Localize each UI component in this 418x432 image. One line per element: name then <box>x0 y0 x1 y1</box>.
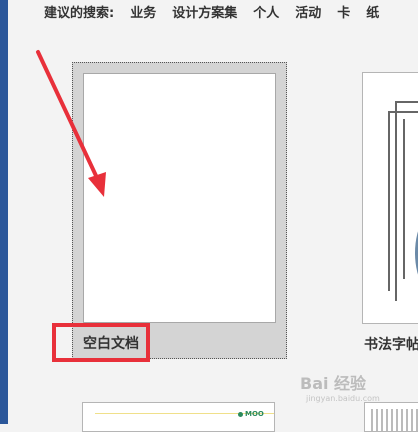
template-stripes <box>371 409 418 431</box>
watermark-url: jingyan.baidu.com <box>306 394 380 403</box>
template-blank-document[interactable]: 空白文档 <box>72 62 287 359</box>
calligraphy-frame-line <box>388 111 390 291</box>
suggested-searches-bar: 建议的搜索: 业务 设计方案集 个人 活动 卡 纸 <box>44 4 395 24</box>
suggestion-link-card[interactable]: 卡 <box>337 4 350 24</box>
watermark-brand: Bai 经验 <box>300 374 367 393</box>
calligraphy-frame-line <box>403 119 405 279</box>
suggestion-link-paper[interactable]: 纸 <box>366 4 379 24</box>
moo-logo-text: MOO <box>245 410 264 418</box>
moo-drop-icon <box>238 411 243 417</box>
app-left-strip <box>0 0 8 424</box>
baidu-jingyan-watermark: Bai 经验 jingyan.baidu.com <box>300 370 380 403</box>
suggestion-link-personal[interactable]: 个人 <box>253 4 279 24</box>
template-bottom-right[interactable] <box>364 402 418 432</box>
blank-document-thumbnail <box>83 73 276 323</box>
template-calligraphy[interactable] <box>362 72 418 324</box>
calligraphy-frame-line <box>395 101 397 301</box>
suggestion-link-event[interactable]: 活动 <box>295 4 321 24</box>
suggestion-link-business[interactable]: 业务 <box>130 4 156 24</box>
calligraphy-frame-line <box>395 101 418 103</box>
suggested-searches-label: 建议的搜索: <box>44 6 115 21</box>
moo-logo: MOO <box>238 410 264 418</box>
blank-document-label: 空白文档 <box>83 336 139 352</box>
suggestion-link-design-sets[interactable]: 设计方案集 <box>172 4 237 24</box>
calligraphy-frame-line <box>388 111 418 113</box>
calligraphy-label: 书法字帖 <box>364 337 418 353</box>
